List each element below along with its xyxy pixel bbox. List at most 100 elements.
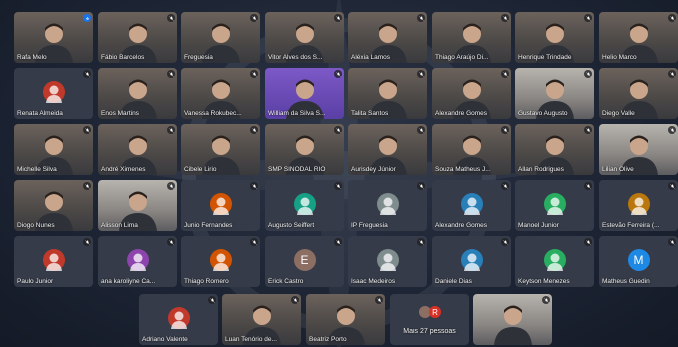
mic-off-icon <box>417 14 425 22</box>
mic-off-icon <box>334 182 342 190</box>
participant-name: Augusto Seiffert <box>268 222 315 229</box>
participant-tile[interactable]: Freguesia <box>181 12 260 63</box>
participant-tile[interactable]: Isaac Medeiros <box>348 236 427 287</box>
participant-tile[interactable]: M Matheus Guedin <box>599 236 678 287</box>
participant-tile[interactable]: Augusto Seiffert <box>265 180 344 231</box>
more-avatars-icon: R <box>418 304 442 320</box>
svg-text:R: R <box>432 308 438 317</box>
participant-tile[interactable]: Diego Valle <box>599 68 678 119</box>
participant-tile[interactable]: ana karoliyne Ca... <box>98 236 177 287</box>
mic-off-icon <box>83 126 91 134</box>
participant-tile[interactable]: André Ximenes <box>98 124 177 175</box>
participant-tile[interactable]: SMP SINODAL RIO <box>265 124 344 175</box>
participant-tile[interactable]: Michelle Silva <box>14 124 93 175</box>
mic-off-icon <box>334 126 342 134</box>
mic-off-icon <box>334 70 342 78</box>
mic-off-icon <box>167 238 175 246</box>
participant-tile[interactable]: Luan Tenório de... <box>222 294 301 345</box>
participant-tile[interactable]: Enos Martins <box>98 68 177 119</box>
participant-name: Paulo Junior <box>17 278 54 285</box>
participant-tile[interactable]: Paulo Junior <box>14 236 93 287</box>
participant-tile[interactable]: Gustavo Augusto <box>515 68 594 119</box>
participant-tile[interactable]: Thiago Romero <box>181 236 260 287</box>
participant-name: André Ximenes <box>101 166 146 173</box>
participant-tile[interactable]: Fábio Barcelos <box>98 12 177 63</box>
participant-tile[interactable]: Lilian Olive <box>599 124 678 175</box>
participant-name: Estevão Ferreira (... <box>602 222 660 229</box>
participant-name: Henrique Trindade <box>518 54 572 61</box>
participant-tile[interactable]: Helio Marco <box>599 12 678 63</box>
participant-tile[interactable]: Adriano Valente <box>139 294 218 345</box>
participant-tile[interactable]: Rafa Melo <box>14 12 93 63</box>
participant-tile[interactable]: Beatriz Porto <box>306 294 385 345</box>
mic-off-icon <box>501 70 509 78</box>
participant-name: Enos Martins <box>101 110 139 117</box>
mic-off-icon <box>167 182 175 190</box>
avatar <box>42 249 65 271</box>
participant-name: Erick Castro <box>268 278 304 285</box>
mic-off-icon <box>501 182 509 190</box>
participant-name: Aurisdey Júnior <box>351 166 396 173</box>
participant-tile[interactable]: Thiago Araújo Di... <box>432 12 511 63</box>
mic-off-icon <box>83 70 91 78</box>
mic-off-icon <box>167 126 175 134</box>
mic-off-icon <box>334 14 342 22</box>
participant-tile[interactable]: Aurisdey Júnior <box>348 124 427 175</box>
participant-tile[interactable]: Keytson Menezes <box>515 236 594 287</box>
participant-tile[interactable]: Alexandre Gomes <box>432 68 511 119</box>
participant-name: SMP SINODAL RIO <box>268 166 326 173</box>
participant-name: Diego Valle <box>602 110 635 117</box>
mic-off-icon <box>167 14 175 22</box>
participant-name: Allan Rodrigues <box>518 166 564 173</box>
participant-tile[interactable]: Diogo Nunes <box>14 180 93 231</box>
participant-tile[interactable]: William da Silva S... <box>265 68 344 119</box>
mic-off-icon <box>250 70 258 78</box>
participant-tile[interactable]: IP Freguesia <box>348 180 427 231</box>
more-participants-label: Mais 27 pessoas <box>403 328 456 335</box>
participant-tile[interactable]: Renata Almeida <box>14 68 93 119</box>
mic-off-icon <box>208 296 216 304</box>
mic-off-icon <box>668 70 676 78</box>
participant-name: ana karoliyne Ca... <box>101 278 156 285</box>
participant-name: Fábio Barcelos <box>101 54 145 61</box>
participant-name: Aléxia Lamos <box>351 54 391 61</box>
participant-tile[interactable]: Vanessa Rokubec... <box>181 68 260 119</box>
participant-tile[interactable]: Henrique Trindade <box>515 12 594 63</box>
participant-tile[interactable] <box>473 294 552 345</box>
participant-tile[interactable]: Alexandre Gomes <box>432 180 511 231</box>
participant-name: Manoel Junior <box>518 222 559 229</box>
participant-tile[interactable]: Vitor Alves dos S... <box>265 12 344 63</box>
participant-name: IP Freguesia <box>351 222 388 229</box>
participant-name: Keytson Menezes <box>518 278 570 285</box>
participant-tile[interactable]: Allan Rodrigues <box>515 124 594 175</box>
avatar <box>460 249 483 271</box>
participant-tile[interactable]: Junio Fernandes <box>181 180 260 231</box>
participant-name: Daniele Dias <box>435 278 472 285</box>
participant-tile[interactable]: Estevão Ferreira (... <box>599 180 678 231</box>
participant-tile[interactable]: Cibele Lirio <box>181 124 260 175</box>
mic-off-icon <box>501 238 509 246</box>
participant-name: Vitor Alves dos S... <box>268 54 323 61</box>
mic-off-icon <box>250 126 258 134</box>
participant-name: Luan Tenório de... <box>225 336 277 343</box>
avatar <box>42 81 65 103</box>
participant-name: Adriano Valente <box>142 336 188 343</box>
mic-off-icon <box>584 70 592 78</box>
participant-tile[interactable]: Alisson Lima <box>98 180 177 231</box>
participant-tile[interactable]: E Erick Castro <box>265 236 344 287</box>
participant-tile[interactable]: Souza Matheus J... <box>432 124 511 175</box>
participant-tile[interactable]: Daniele Dias <box>432 236 511 287</box>
participant-name: Michelle Silva <box>17 166 57 173</box>
participant-tile[interactable]: Manoel Junior <box>515 180 594 231</box>
mic-off-icon <box>584 126 592 134</box>
avatar <box>209 193 232 215</box>
mic-off-icon <box>375 296 383 304</box>
participant-tile[interactable]: Aléxia Lamos <box>348 12 427 63</box>
mic-on-icon <box>83 14 91 22</box>
avatar <box>627 193 650 215</box>
mic-off-icon <box>83 238 91 246</box>
mic-off-icon <box>250 182 258 190</box>
more-participants-tile[interactable]: R Mais 27 pessoas <box>390 294 469 345</box>
participant-name: Diogo Nunes <box>17 222 55 229</box>
participant-tile[interactable]: Talita Santos <box>348 68 427 119</box>
